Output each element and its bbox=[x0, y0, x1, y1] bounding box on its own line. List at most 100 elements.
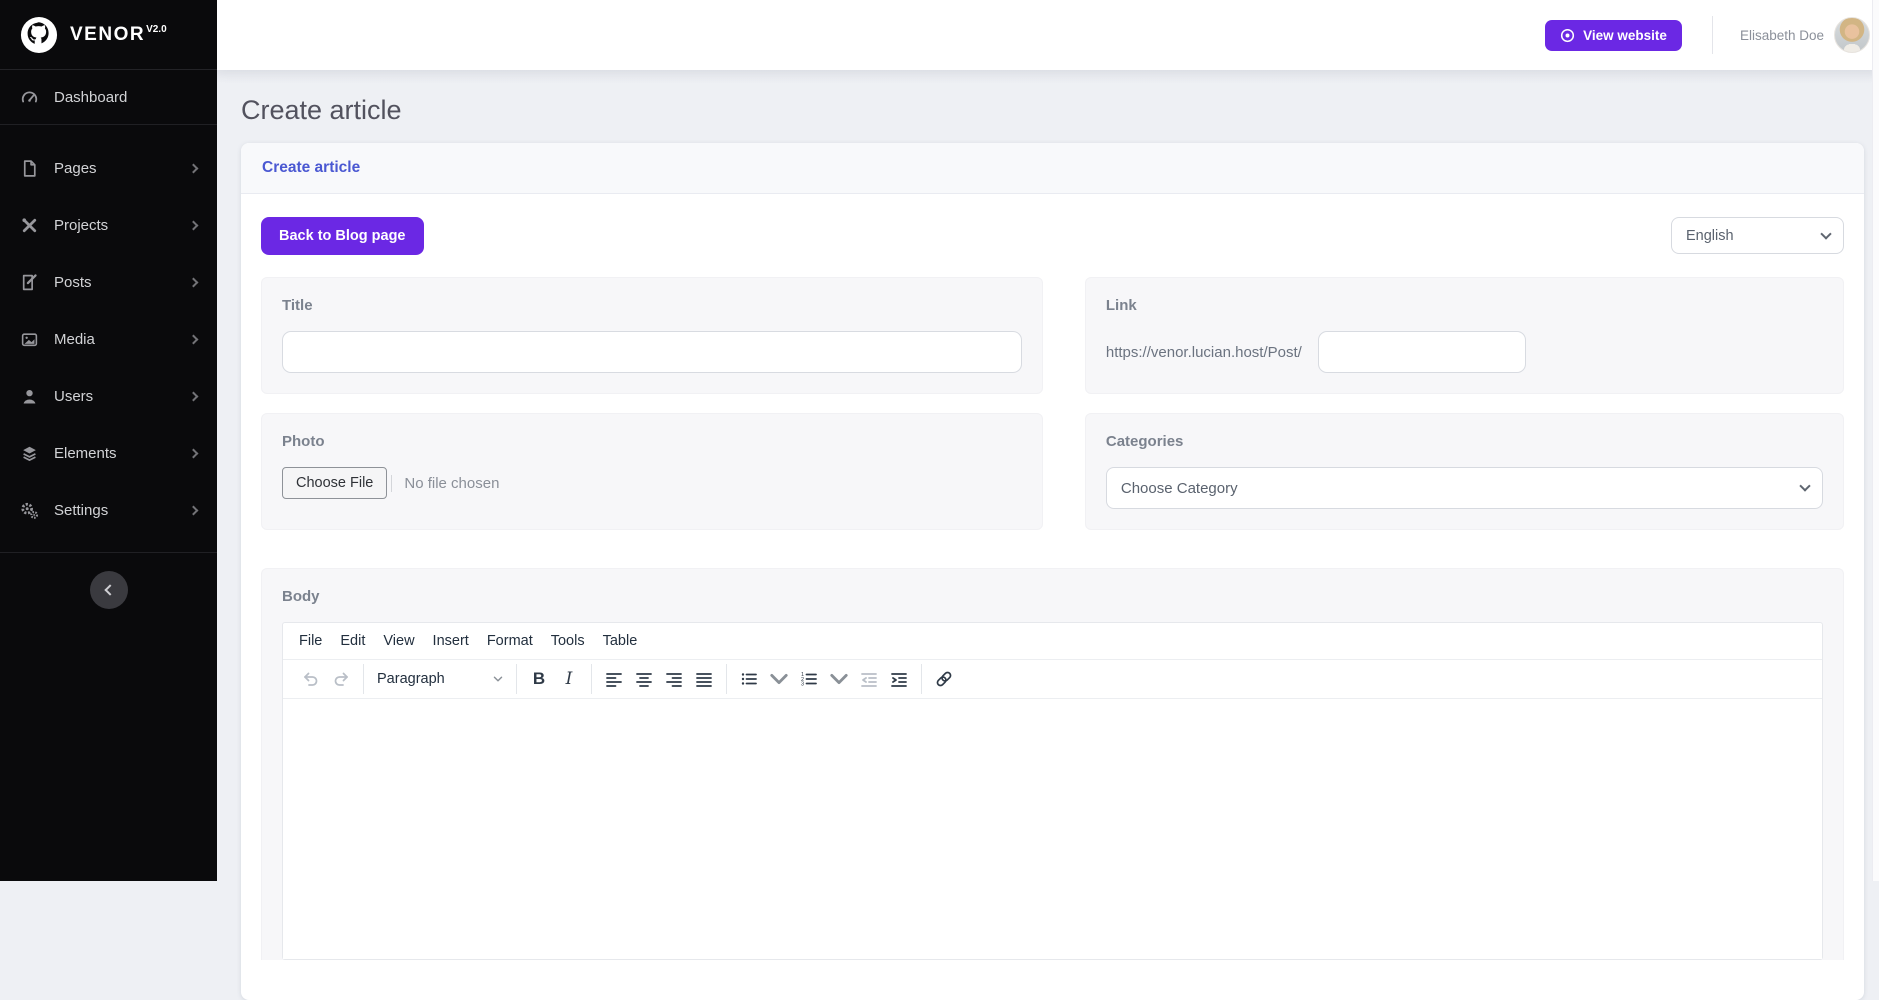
menu-table[interactable]: Table bbox=[594, 627, 647, 655]
sidebar-item-label: Posts bbox=[54, 274, 92, 291]
chevron-right-icon bbox=[188, 220, 199, 231]
actions-row: Back to Blog page English bbox=[261, 217, 1844, 255]
octocat-icon bbox=[20, 16, 58, 53]
redo-icon bbox=[334, 672, 348, 686]
menu-insert[interactable]: Insert bbox=[424, 627, 478, 655]
align-center-icon bbox=[636, 673, 652, 687]
italic-button[interactable]: I bbox=[554, 664, 584, 694]
photo-label: Photo bbox=[282, 433, 325, 450]
bullet-list-menu-button[interactable] bbox=[764, 664, 794, 694]
scrollbar[interactable] bbox=[1872, 0, 1879, 881]
numbered-list-menu-button[interactable] bbox=[824, 664, 854, 694]
sidebar: VENORV2.0 Dashboard Pages Projects Posts… bbox=[0, 0, 217, 881]
categories-panel: Categories Choose Category bbox=[1084, 413, 1844, 530]
speedometer-icon bbox=[21, 91, 38, 102]
sidebar-item-settings[interactable]: Settings bbox=[0, 482, 217, 539]
chevron-left-icon bbox=[104, 584, 116, 596]
menu-view[interactable]: View bbox=[374, 627, 423, 655]
form-grid: Title Link https://venor.lucian.host/Pos… bbox=[261, 277, 1844, 530]
numbered-list-icon: 1 2 3 bbox=[801, 672, 817, 687]
sidebar-item-media[interactable]: Media bbox=[0, 311, 217, 368]
chevron-right-icon bbox=[188, 334, 199, 345]
category-select-wrap: Choose Category bbox=[1105, 467, 1823, 509]
language-select[interactable]: English bbox=[1671, 217, 1844, 254]
outdent-button[interactable] bbox=[854, 664, 884, 694]
numbered-list-button[interactable]: 1 2 3 bbox=[794, 664, 824, 694]
categories-label: Categories bbox=[1105, 433, 1184, 450]
sidebar-footer bbox=[0, 552, 217, 609]
body-panel: Body File Edit View Insert Format Tools … bbox=[261, 568, 1844, 960]
category-select[interactable]: Choose Category bbox=[1105, 467, 1823, 509]
chevron-right-icon bbox=[188, 277, 199, 288]
gears-icon bbox=[21, 502, 39, 519]
brand-logo[interactable]: VENORV2.0 bbox=[0, 0, 217, 70]
svg-text:3: 3 bbox=[801, 681, 804, 687]
sidebar-item-posts[interactable]: Posts bbox=[0, 254, 217, 311]
menu-edit[interactable]: Edit bbox=[331, 627, 374, 655]
sidebar-item-dashboard[interactable]: Dashboard bbox=[0, 70, 217, 124]
user-icon bbox=[23, 389, 36, 404]
align-center-button[interactable] bbox=[629, 664, 659, 694]
link-slug-input[interactable] bbox=[1317, 331, 1526, 373]
card-header: Create article bbox=[241, 143, 1864, 194]
sidebar-item-label: Elements bbox=[54, 445, 117, 462]
chevron-right-icon bbox=[188, 391, 199, 402]
view-website-label: View website bbox=[1583, 27, 1667, 43]
bullet-list-button[interactable] bbox=[734, 664, 764, 694]
body-label: Body bbox=[282, 588, 320, 605]
view-website-button[interactable]: View website bbox=[1545, 19, 1682, 51]
media-icon bbox=[21, 333, 38, 347]
link-prefix: https://venor.lucian.host/Post/ bbox=[1105, 343, 1302, 361]
align-left-button[interactable] bbox=[599, 664, 629, 694]
indent-button[interactable] bbox=[884, 664, 914, 694]
chevron-right-icon bbox=[188, 448, 199, 459]
justify-icon bbox=[696, 673, 712, 687]
bold-button[interactable]: B bbox=[524, 664, 554, 694]
align-right-button[interactable] bbox=[659, 664, 689, 694]
undo-button[interactable] bbox=[296, 664, 326, 694]
sidebar-nav: Pages Projects Posts Media Users Element… bbox=[0, 125, 217, 539]
sidebar-collapse-button[interactable] bbox=[89, 571, 128, 609]
create-article-card: Create article Back to Blog page English… bbox=[241, 143, 1864, 1000]
avatar[interactable] bbox=[1834, 17, 1870, 53]
brand-name: VENORV2.0 bbox=[70, 23, 167, 45]
editor-toolbar: Paragraph B I 1 2 3 bbox=[283, 660, 1822, 699]
eye-circle-icon bbox=[1561, 28, 1575, 42]
user-name: Elisabeth Doe bbox=[1739, 27, 1824, 43]
link-button[interactable] bbox=[929, 664, 959, 694]
page-icon bbox=[23, 160, 36, 177]
chevron-down-icon bbox=[830, 673, 848, 685]
block-format-label: Paragraph bbox=[377, 671, 445, 687]
editor-content-area[interactable] bbox=[283, 699, 1822, 959]
sidebar-item-users[interactable]: Users bbox=[0, 368, 217, 425]
tools-icon bbox=[22, 218, 37, 233]
sidebar-item-elements[interactable]: Elements bbox=[0, 425, 217, 482]
choose-file-button[interactable]: Choose File bbox=[282, 467, 388, 499]
title-input[interactable] bbox=[282, 331, 1022, 373]
block-format-select[interactable]: Paragraph bbox=[371, 664, 509, 694]
menu-tools[interactable]: Tools bbox=[542, 627, 594, 655]
title-panel: Title bbox=[261, 277, 1043, 394]
redo-button[interactable] bbox=[326, 664, 356, 694]
main-content: Create article Create article Back to Bl… bbox=[217, 70, 1879, 1000]
outdent-icon bbox=[861, 673, 877, 687]
brand-version: V2.0 bbox=[146, 24, 167, 36]
align-left-icon bbox=[606, 673, 622, 687]
link-label: Link bbox=[1105, 297, 1137, 314]
back-to-blog-button[interactable]: Back to Blog page bbox=[261, 217, 424, 255]
justify-button[interactable] bbox=[689, 664, 719, 694]
menu-file[interactable]: File bbox=[290, 627, 331, 655]
list-group: 1 2 3 bbox=[726, 664, 921, 694]
sidebar-item-label: Users bbox=[54, 388, 94, 405]
menu-format[interactable]: Format bbox=[478, 627, 542, 655]
sidebar-item-pages[interactable]: Pages bbox=[0, 140, 217, 197]
chevron-right-icon bbox=[188, 163, 199, 174]
file-status: No file chosen bbox=[391, 474, 499, 492]
sidebar-item-label: Projects bbox=[54, 217, 109, 234]
sidebar-item-projects[interactable]: Projects bbox=[0, 197, 217, 254]
link-panel: Link https://venor.lucian.host/Post/ bbox=[1084, 277, 1844, 394]
language-select-wrap: English bbox=[1671, 217, 1844, 254]
italic-icon: I bbox=[565, 669, 573, 689]
format-group: Paragraph bbox=[363, 664, 516, 694]
bold-icon: B bbox=[532, 669, 546, 688]
